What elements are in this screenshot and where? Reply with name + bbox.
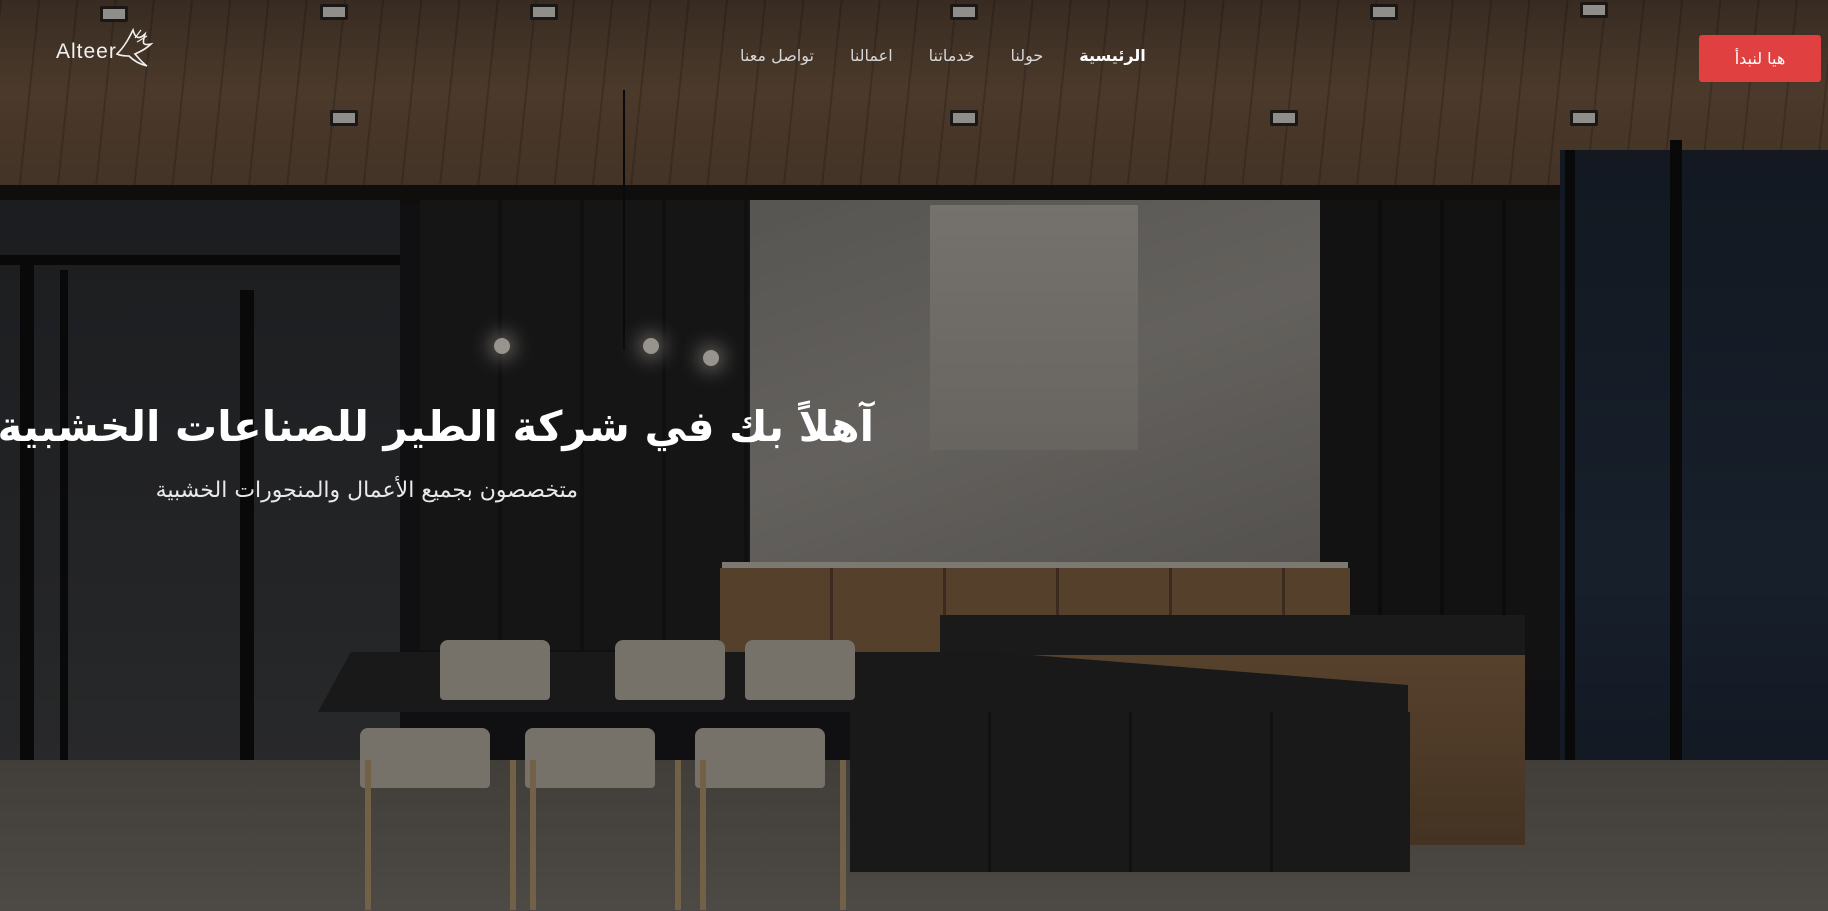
- main-nav: الرئيسية حولنا خدماتنا اعمالنا تواصل معن…: [740, 46, 1146, 65]
- hero-subtitle: متخصصون بجميع الأعمال والمنجورات الخشبية: [155, 478, 578, 503]
- nav-works[interactable]: اعمالنا: [850, 46, 893, 65]
- bird-icon: [111, 24, 159, 72]
- logo[interactable]: Alteer: [56, 27, 159, 72]
- nav-services[interactable]: خدماتنا: [929, 46, 975, 65]
- logo-text: Alteer: [56, 40, 117, 63]
- nav-home[interactable]: الرئيسية: [1079, 46, 1146, 65]
- hero-title: آهلاً بك في شركة الطير للصناعات الخشبية: [0, 402, 874, 451]
- dark-overlay: [0, 0, 1828, 911]
- get-started-button[interactable]: هيا لنبدأ: [1699, 35, 1821, 82]
- nav-about[interactable]: حولنا: [1011, 46, 1044, 65]
- hero-background: [0, 0, 1828, 911]
- nav-contact[interactable]: تواصل معنا: [740, 46, 814, 65]
